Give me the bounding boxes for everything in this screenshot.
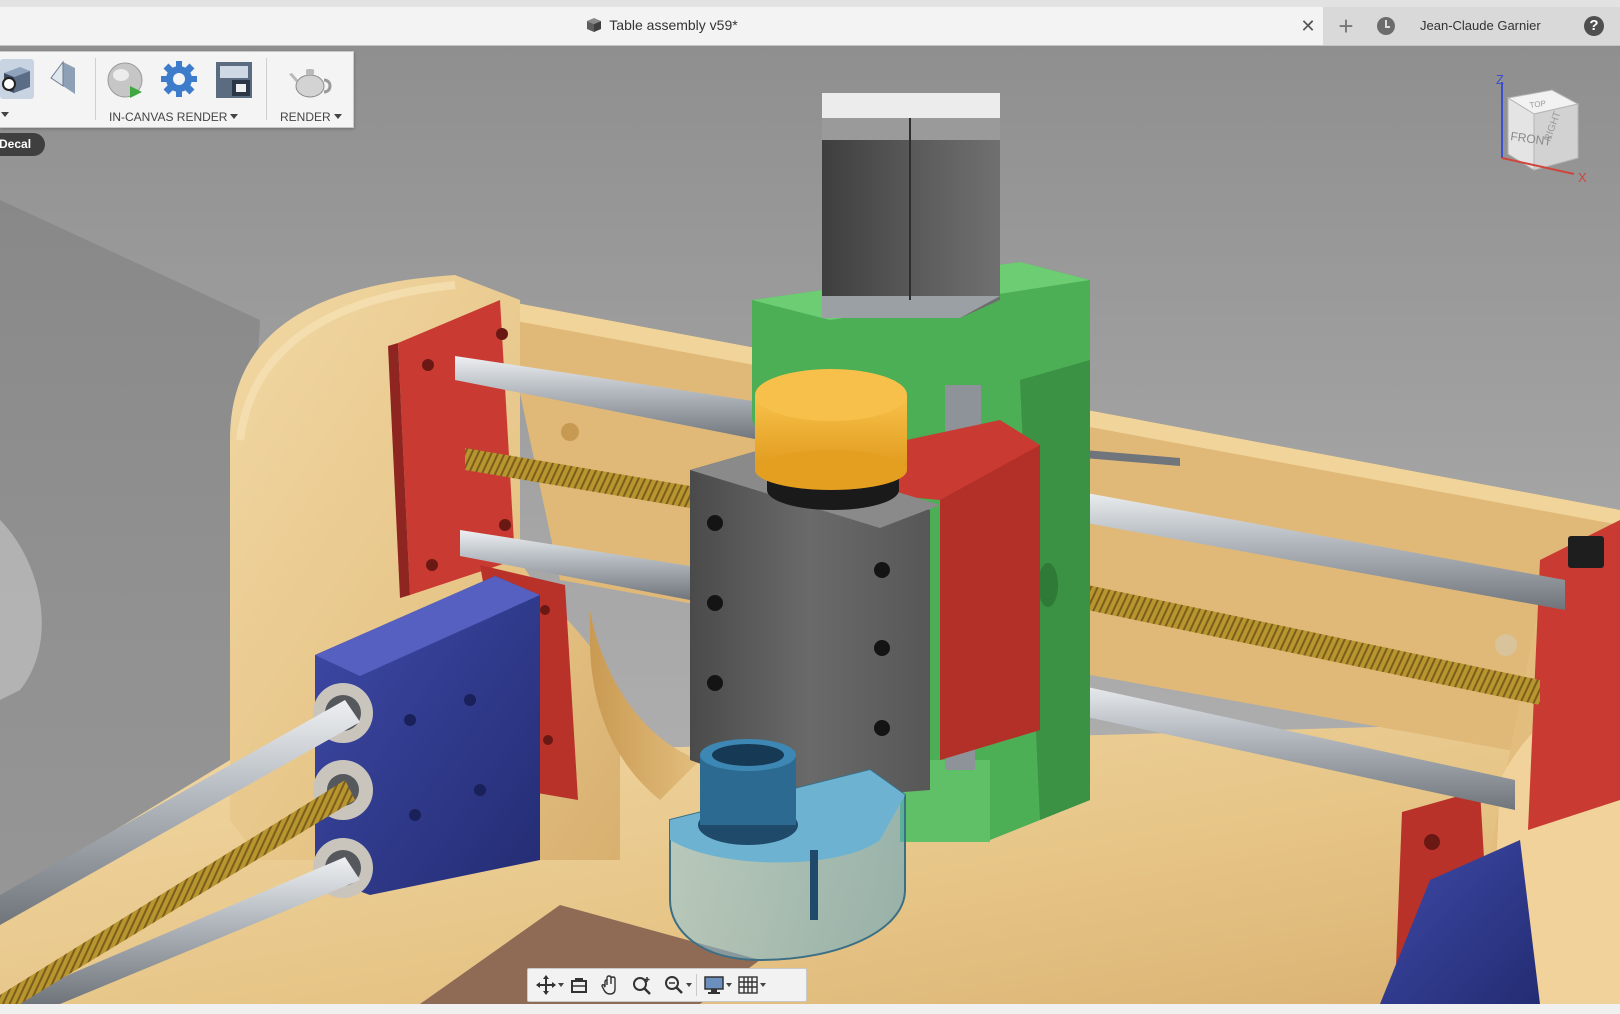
grid-dropdown-caret[interactable] bbox=[760, 983, 766, 987]
scene-settings-icon[interactable] bbox=[0, 59, 34, 99]
decal-button[interactable]: Decal bbox=[0, 133, 45, 156]
in-canvas-render-menu[interactable]: IN-CANVAS RENDER bbox=[109, 110, 239, 124]
zoom-window-icon[interactable] bbox=[664, 975, 684, 995]
texture-map-icon[interactable] bbox=[45, 60, 81, 98]
capture-image-icon[interactable] bbox=[214, 60, 254, 100]
render-settings-gear-icon[interactable] bbox=[160, 60, 198, 98]
user-account-button[interactable]: Jean-Claude Garnier bbox=[1420, 18, 1541, 33]
chevron-down-icon bbox=[230, 114, 239, 119]
axis-x-label: X bbox=[1578, 170, 1587, 185]
navigation-bar bbox=[527, 968, 807, 1002]
close-tab-button[interactable]: ✕ bbox=[1298, 16, 1318, 36]
pan-icon[interactable] bbox=[600, 975, 620, 995]
tab-bar: Table assembly v59* ✕ + Jean-Claude Garn… bbox=[0, 7, 1620, 46]
orbit-dropdown-caret[interactable] bbox=[558, 983, 564, 987]
status-strip bbox=[0, 1004, 1620, 1014]
grid-settings-icon[interactable] bbox=[738, 975, 758, 995]
display-dropdown-caret[interactable] bbox=[726, 983, 732, 987]
job-status-icon[interactable] bbox=[1377, 17, 1395, 35]
cnc-model-render bbox=[0, 46, 1620, 1004]
nav-separator bbox=[696, 974, 697, 996]
toolbar-separator bbox=[266, 58, 267, 120]
document-cube-icon bbox=[587, 18, 602, 32]
render-menu[interactable]: RENDER bbox=[280, 110, 342, 124]
window-top-edge bbox=[0, 0, 1620, 7]
zoom-dropdown-caret[interactable] bbox=[686, 983, 692, 987]
display-settings-icon[interactable] bbox=[704, 975, 724, 995]
render-toolbar: IN-CANVAS RENDER RENDER bbox=[0, 51, 354, 128]
render-teapot-icon[interactable] bbox=[288, 60, 332, 100]
document-title: Table assembly v59* bbox=[609, 17, 738, 33]
help-button[interactable]: ? bbox=[1584, 16, 1604, 36]
document-tab[interactable]: Table assembly v59* ✕ bbox=[0, 7, 1323, 45]
zoom-icon[interactable] bbox=[632, 975, 652, 995]
axis-z-label: Z bbox=[1496, 72, 1504, 87]
document-tab-title-wrap: Table assembly v59* bbox=[0, 17, 1323, 33]
in-canvas-render-label: IN-CANVAS RENDER bbox=[109, 110, 228, 124]
render-label: RENDER bbox=[280, 110, 331, 124]
orbit-icon[interactable] bbox=[536, 975, 556, 995]
chevron-down-icon bbox=[333, 114, 342, 119]
look-at-icon[interactable] bbox=[569, 975, 589, 995]
setup-dropdown-caret[interactable] bbox=[1, 112, 9, 117]
start-in-canvas-render-icon[interactable] bbox=[106, 60, 146, 100]
3d-viewport[interactable] bbox=[0, 46, 1620, 1004]
view-cube[interactable]: TOP FRONT RIGHT Z X bbox=[1480, 70, 1590, 190]
new-tab-button[interactable]: + bbox=[1330, 11, 1362, 41]
app-window: Table assembly v59* ✕ + Jean-Claude Garn… bbox=[0, 0, 1620, 1014]
toolbar-separator bbox=[95, 58, 96, 120]
